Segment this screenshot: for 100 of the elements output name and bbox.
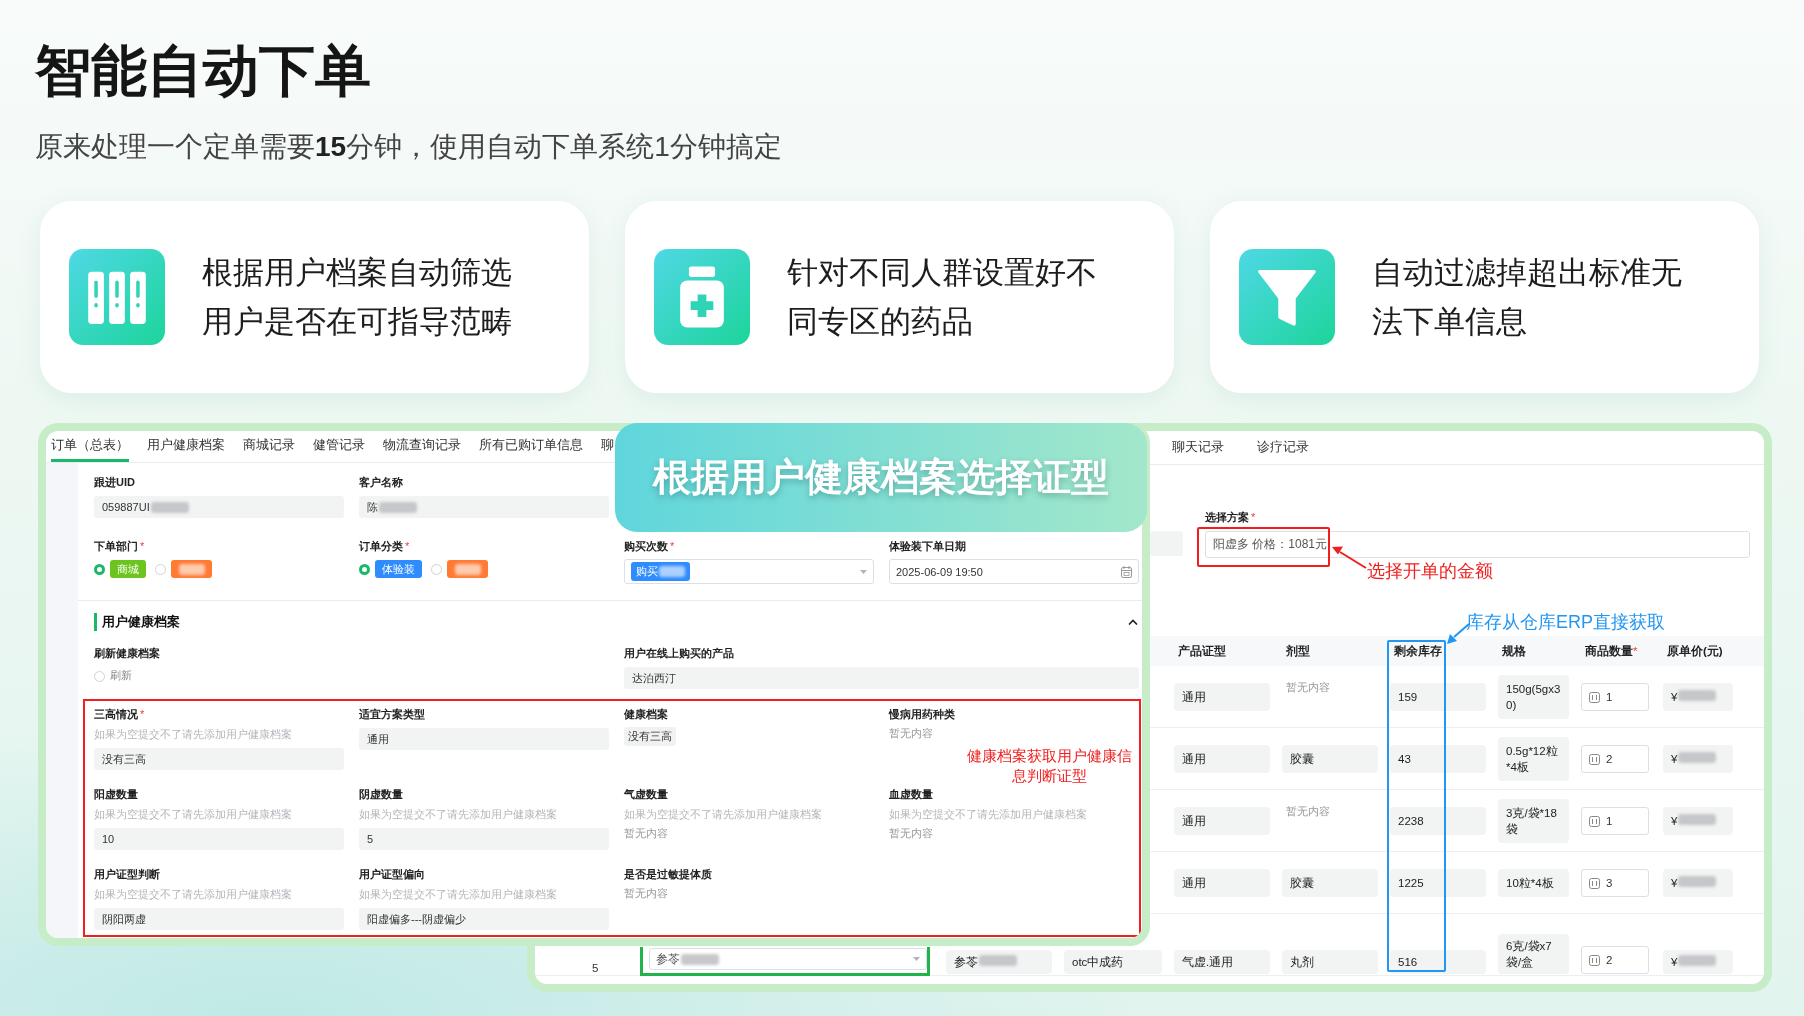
required-mark: * (140, 707, 145, 721)
input-field[interactable]: 5 (359, 828, 609, 850)
feature-text: 自动过滤掉超出标准无法下单信息 (1372, 254, 1683, 341)
table-cell: ¥ (1663, 745, 1733, 773)
table-cell: 丸剂 (1282, 950, 1378, 974)
column-header: 剩余库存 (1394, 643, 1442, 659)
number-icon (1589, 691, 1600, 703)
input-field[interactable] (1150, 531, 1183, 556)
tab[interactable]: 物流查询记录 (383, 431, 461, 462)
quantity-field[interactable]: 1 (1581, 683, 1649, 711)
table-cell: 1225 (1390, 869, 1486, 897)
value-tag: 没有三高 (624, 727, 676, 746)
required-mark: * (405, 539, 410, 553)
number-icon (1589, 815, 1600, 827)
tab[interactable]: 商城记录 (243, 431, 295, 462)
section-title: 用户健康档案 (94, 613, 180, 631)
caret-icon (913, 957, 920, 961)
input-field[interactable]: 10 (94, 828, 344, 850)
field-label: 阳虚数量 (94, 787, 138, 801)
field-label: 气虚数量 (624, 787, 668, 801)
tab[interactable]: 聊 (601, 431, 614, 462)
radio-button[interactable] (94, 670, 105, 682)
column-header: 规格 (1502, 643, 1526, 659)
funnel-icon (1239, 249, 1335, 345)
binders-icon (69, 249, 165, 345)
feature-text: 根据用户档案自动筛选用户是否在可指导范畴 (202, 254, 513, 341)
annotation-text: 健康档案获取用户健康信息判断证型 (965, 747, 1133, 786)
table-cell: 胶囊 (1282, 869, 1378, 897)
number-icon (1589, 753, 1600, 765)
hint-text: 如果为空提交不了请先添加用户健康档案 (889, 807, 1088, 821)
radio-label[interactable]: 刷新 (110, 669, 132, 683)
date-field[interactable]: 2025-06-09 19:50 (889, 559, 1139, 584)
select-field[interactable]: 阳虚多 价格：1081元 (1205, 531, 1750, 558)
tab[interactable]: 聊天记录 (1172, 431, 1224, 464)
table-cell: 通用 (1174, 807, 1270, 835)
table-cell: 159 (1390, 683, 1486, 711)
radio-button[interactable] (155, 563, 166, 575)
required-mark: * (140, 539, 145, 553)
field-label: 是否是过敏提体质 (624, 867, 712, 881)
tab[interactable]: 用户健康档案 (147, 431, 225, 462)
hint-text: 如果为空提交不了请先添加用户健康档案 (359, 887, 558, 901)
field-label: 慢病用药种类 (889, 707, 955, 721)
field-label: 适宜方案类型 (359, 707, 425, 721)
option-tag[interactable] (447, 560, 488, 578)
input-field[interactable]: 陈 (359, 496, 609, 518)
table-cell: 通用 (1174, 745, 1270, 773)
caret-icon (860, 569, 867, 574)
hint-text: 如果为空提交不了请先添加用户健康档案 (94, 887, 293, 901)
tab[interactable]: 健管记录 (313, 431, 365, 462)
field-label: 用户证型判断 (94, 867, 160, 881)
radio-button[interactable] (359, 563, 370, 575)
number-icon (1589, 954, 1600, 966)
column-header: 剂型 (1286, 643, 1310, 659)
input-field[interactable]: 阴阳两虚 (94, 908, 344, 930)
quantity-field[interactable]: 2 (1581, 946, 1649, 974)
hint-text: 如果为空提交不了请先添加用户健康档案 (624, 807, 823, 821)
required-mark: * (670, 539, 675, 553)
hint-text: 如果为空提交不了请先添加用户健康档案 (94, 727, 293, 741)
field-label: 用户在线上购买的产品 (624, 646, 734, 660)
empty-text: 暂无内容 (889, 827, 934, 841)
empty-text: 暂无内容 (889, 727, 934, 741)
table-cell: 150g(5gx30) (1498, 675, 1569, 719)
field-label: 用户证型偏向 (359, 867, 425, 881)
field-label: 客户名称 (359, 475, 403, 489)
required-mark: * (1251, 510, 1256, 524)
radio-button[interactable] (94, 563, 105, 575)
table-cell: 43 (1390, 745, 1486, 773)
field-label: 体验装下单日期 (889, 539, 966, 553)
quantity-field[interactable]: 3 (1581, 869, 1649, 897)
field-label: 血虚数量 (889, 787, 933, 801)
input-field[interactable]: 通用 (359, 728, 609, 750)
input-field[interactable]: 没有三高 (94, 748, 344, 770)
field-label: 三高情况 (94, 707, 138, 721)
empty-text: 暂无内容 (624, 827, 669, 841)
table-cell: 6克/袋x7袋/盒 (1498, 934, 1569, 974)
row-number: 5 (592, 962, 599, 974)
input-field[interactable]: 达泊西汀 (624, 667, 1139, 689)
field-label: 选择方案 (1205, 510, 1249, 524)
table-cell: ¥ (1663, 950, 1733, 974)
number-icon (1589, 877, 1600, 889)
field-label: 健康档案 (624, 707, 668, 721)
medicine-bottle-icon (654, 249, 750, 345)
annotation-text: 库存从仓库ERP直接获取 (1466, 611, 1665, 634)
tab[interactable]: 诊疗记录 (1257, 431, 1309, 464)
input-field[interactable]: 阳虚偏多---阴虚偏少 (359, 908, 609, 930)
quantity-field[interactable]: 2 (1581, 745, 1649, 773)
option-tag[interactable] (171, 560, 212, 578)
selected-tag: 购买 (631, 562, 690, 581)
column-header: 产品证型 (1178, 643, 1226, 659)
column-header: 原单价(元) (1667, 643, 1723, 659)
input-field[interactable]: 059887UI (94, 496, 344, 518)
table-cell: 通用 (1174, 683, 1270, 711)
select-field[interactable]: 参苓 (649, 948, 927, 970)
tab[interactable]: 所有已购订单信息 (479, 431, 583, 462)
table-cell: 3克/袋*18袋 (1498, 799, 1569, 843)
quantity-field[interactable]: 1 (1581, 807, 1649, 835)
chevron-up-icon[interactable] (1128, 619, 1138, 625)
table-cell: otc中成药 (1064, 950, 1162, 974)
table-cell: ¥ (1663, 869, 1733, 897)
radio-button[interactable] (431, 563, 442, 575)
